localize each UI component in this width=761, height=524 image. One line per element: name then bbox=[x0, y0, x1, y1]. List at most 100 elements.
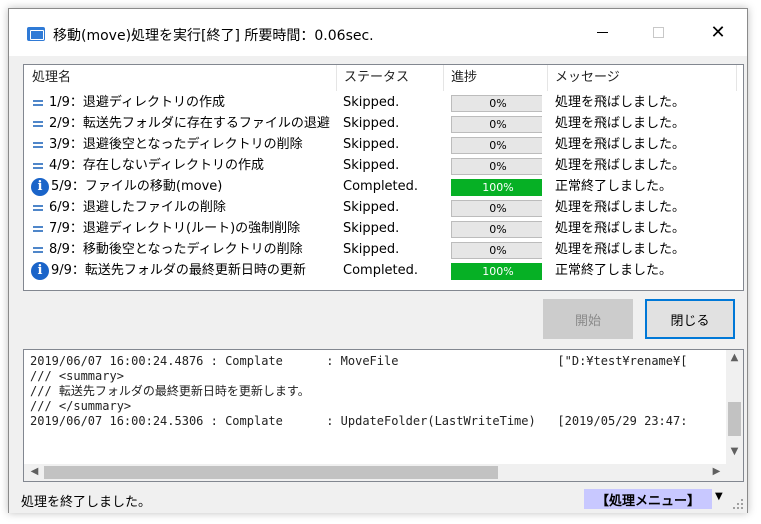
maximize-button bbox=[635, 9, 681, 55]
log-text[interactable]: 2019/06/07 16:00:24.4876 : Complate : Mo… bbox=[30, 354, 720, 464]
skip-icon bbox=[31, 159, 45, 173]
progress-bar: 100% bbox=[451, 263, 542, 280]
maximize-icon bbox=[652, 26, 664, 38]
progress-bar: 0% bbox=[451, 158, 542, 175]
log-line: 2019/06/07 16:00:24.5306 : Complate : Up… bbox=[30, 414, 688, 428]
row-name: 7/9：退避ディレクトリ(ルート)の強制削除 bbox=[49, 221, 301, 236]
row-progress-cell: 0% bbox=[451, 134, 542, 155]
minimize-icon bbox=[596, 31, 608, 33]
row-name-cell: i 9/9：転送先フォルダの最終更新日時の更新 bbox=[31, 260, 334, 281]
header-status[interactable]: ステータス bbox=[336, 65, 441, 91]
progress-bar: 0% bbox=[451, 95, 542, 112]
row-name: 9/9：転送先フォルダの最終更新日時の更新 bbox=[51, 263, 306, 278]
row-name-cell: 6/9：退避したファイルの削除 bbox=[31, 197, 334, 218]
row-name-cell: 4/9：存在しないディレクトリの作成 bbox=[31, 155, 334, 176]
table-row[interactable]: i 5/9：ファイルの移動(move) Completed. 100% 正常終了しました… bbox=[24, 176, 743, 197]
scroll-left-icon[interactable]: ◀ bbox=[26, 466, 43, 477]
row-name-cell: 3/9：退避後空となったディレクトリの削除 bbox=[31, 134, 334, 155]
row-name: 8/9：移動後空となったディレクトリの削除 bbox=[49, 242, 303, 257]
start-button[interactable]: 開始 bbox=[543, 299, 633, 339]
progress-label: 0% bbox=[489, 202, 507, 215]
progress-label: 0% bbox=[489, 97, 507, 110]
minimize-button[interactable] bbox=[579, 9, 625, 55]
title-bar[interactable]: 移動(move)処理を実行[終了] 所要時間：0.06sec. ✕ bbox=[9, 9, 747, 56]
close-window-button[interactable]: ✕ bbox=[695, 9, 741, 55]
horizontal-scroll-thumb[interactable] bbox=[44, 466, 498, 479]
skip-icon bbox=[31, 222, 45, 236]
row-status: Skipped. bbox=[343, 242, 400, 257]
info-icon: i bbox=[31, 261, 49, 280]
row-status: Skipped. bbox=[343, 221, 400, 236]
skip-icon bbox=[31, 201, 45, 215]
progress-label: 100% bbox=[482, 265, 514, 278]
process-dialog-window: 移動(move)処理を実行[終了] 所要時間：0.06sec. ✕ 処理名 ステ… bbox=[8, 8, 748, 513]
scroll-corner bbox=[726, 464, 743, 481]
row-message: 処理を飛ばしました。 bbox=[555, 221, 686, 236]
progress-label: 100% bbox=[482, 181, 514, 194]
progress-bar: 0% bbox=[451, 221, 542, 238]
row-name: 6/9：退避したファイルの削除 bbox=[49, 200, 226, 215]
progress-bar: 100% bbox=[451, 179, 542, 196]
vertical-scrollbar[interactable]: ▲ ▼ bbox=[726, 350, 743, 464]
row-name: 4/9：存在しないディレクトリの作成 bbox=[49, 158, 265, 173]
horizontal-scrollbar[interactable]: ◀ ▶ bbox=[24, 464, 728, 481]
row-status: Skipped. bbox=[343, 95, 400, 110]
row-name-cell: i 5/9：ファイルの移動(move) bbox=[31, 176, 334, 197]
skip-icon bbox=[31, 96, 45, 110]
table-row[interactable]: 1/9：退避ディレクトリの作成 Skipped. 0% 処理を飛ばしました。 bbox=[24, 92, 743, 113]
progress-bar: 0% bbox=[451, 200, 542, 217]
row-message: 処理を飛ばしました。 bbox=[555, 116, 686, 131]
app-icon bbox=[27, 27, 45, 41]
scroll-up-icon[interactable]: ▲ bbox=[726, 352, 743, 363]
header-message[interactable]: メッセージ bbox=[547, 65, 742, 91]
log-panel[interactable]: 2019/06/07 16:00:24.4876 : Complate : Mo… bbox=[23, 349, 744, 482]
table-row[interactable]: 4/9：存在しないディレクトリの作成 Skipped. 0% 処理を飛ばしました。 bbox=[24, 155, 743, 176]
resize-grip-icon[interactable] bbox=[733, 499, 743, 509]
skip-icon bbox=[31, 243, 45, 257]
scroll-right-icon[interactable]: ▶ bbox=[708, 466, 725, 477]
row-progress-cell: 0% bbox=[451, 155, 542, 176]
progress-bar: 0% bbox=[451, 137, 542, 154]
dropdown-arrow-icon[interactable]: ▼ bbox=[715, 491, 723, 502]
row-message: 処理を飛ばしました。 bbox=[555, 95, 686, 110]
log-line: /// <summary> bbox=[30, 369, 124, 383]
vertical-scroll-thumb[interactable] bbox=[728, 402, 741, 436]
row-message: 処理を飛ばしました。 bbox=[555, 158, 686, 173]
table-row[interactable]: 8/9：移動後空となったディレクトリの削除 Skipped. 0% 処理を飛ばしました… bbox=[24, 239, 743, 260]
skip-icon bbox=[31, 138, 45, 152]
progress-bar: 0% bbox=[451, 242, 542, 259]
row-message: 処理を飛ばしました。 bbox=[555, 242, 686, 257]
table-row[interactable]: 2/9：転送先フォルダに存在するファイルの退避 Skipped. 0% 処理を飛ばしま… bbox=[24, 113, 743, 134]
row-name: 2/9：転送先フォルダに存在するファイルの退避 bbox=[49, 116, 330, 131]
header-divider[interactable] bbox=[736, 65, 737, 91]
close-button[interactable]: 閉じる bbox=[645, 299, 735, 339]
table-row[interactable]: 3/9：退避後空となったディレクトリの削除 Skipped. 0% 処理を飛ばしました… bbox=[24, 134, 743, 155]
row-name-cell: 8/9：移動後空となったディレクトリの削除 bbox=[31, 239, 334, 260]
table-row[interactable]: 7/9：退避ディレクトリ(ルート)の強制削除 Skipped. 0% 処理を飛ばしまし… bbox=[24, 218, 743, 239]
table-row[interactable]: 6/9：退避したファイルの削除 Skipped. 0% 処理を飛ばしました。 bbox=[24, 197, 743, 218]
progress-label: 0% bbox=[489, 223, 507, 236]
row-name-cell: 2/9：転送先フォルダに存在するファイルの退避 bbox=[31, 113, 334, 134]
window-title: 移動(move)処理を実行[終了] 所要時間：0.06sec. bbox=[53, 28, 374, 44]
header-progress[interactable]: 進捗 bbox=[443, 65, 547, 91]
status-bar: 処理を終了しました。 【処理メニュー】 ▼ bbox=[9, 485, 747, 513]
row-name: 3/9：退避後空となったディレクトリの削除 bbox=[49, 137, 303, 152]
info-icon: i bbox=[31, 177, 49, 196]
row-status: Completed. bbox=[343, 179, 419, 194]
row-name: 1/9：退避ディレクトリの作成 bbox=[49, 95, 226, 110]
row-status: Skipped. bbox=[343, 200, 400, 215]
row-message: 処理を飛ばしました。 bbox=[555, 137, 686, 152]
progress-label: 0% bbox=[489, 244, 507, 257]
process-menu-button[interactable]: 【処理メニュー】 bbox=[584, 489, 712, 509]
process-list[interactable]: 処理名 ステータス 進捗 メッセージ 1/9：退避ディレクトリの作成 Skippe… bbox=[23, 64, 744, 291]
progress-bar: 0% bbox=[451, 116, 542, 133]
table-row[interactable]: i 9/9：転送先フォルダの最終更新日時の更新 Completed. 100% 正常終了… bbox=[24, 260, 743, 281]
row-message: 正常終了しました。 bbox=[555, 263, 673, 278]
row-name: 5/9：ファイルの移動(move) bbox=[51, 179, 223, 194]
status-text: 処理を終了しました。 bbox=[21, 495, 152, 510]
scroll-down-icon[interactable]: ▼ bbox=[726, 446, 743, 457]
row-message: 正常終了しました。 bbox=[555, 179, 673, 194]
row-name-cell: 1/9：退避ディレクトリの作成 bbox=[31, 92, 334, 113]
header-name[interactable]: 処理名 bbox=[24, 65, 336, 91]
row-progress-cell: 0% bbox=[451, 239, 542, 260]
